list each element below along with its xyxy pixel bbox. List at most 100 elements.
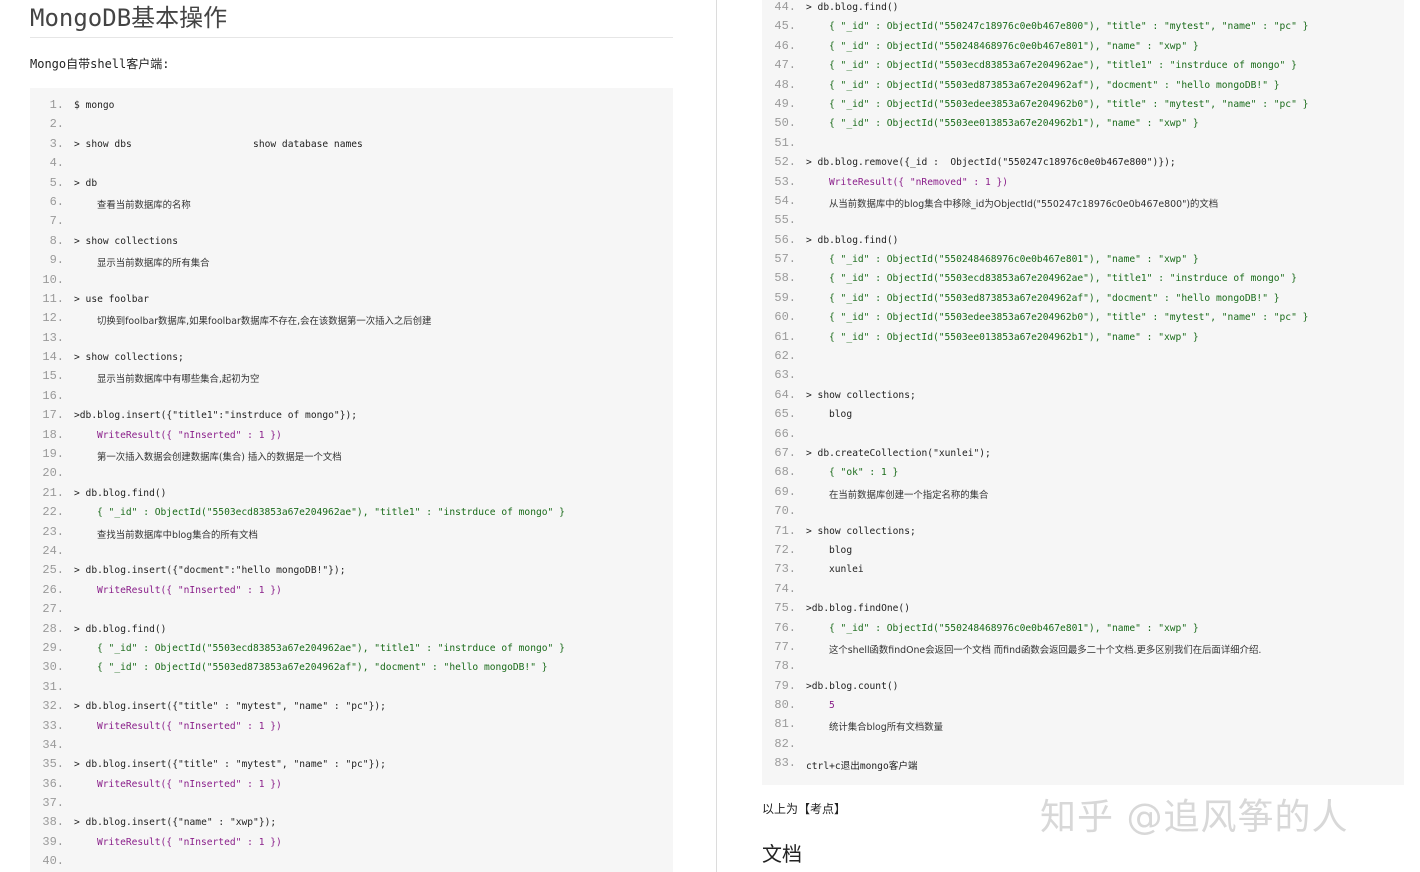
code-text: > show collections; <box>806 389 916 401</box>
line-number: 70. <box>774 504 796 519</box>
title-divider <box>30 37 673 38</box>
code-line: 64. > show collections; <box>762 387 1404 406</box>
code-line: 70. <box>762 503 1404 522</box>
code-text: > db.blog.insert({"title" : "mytest", "n… <box>74 759 386 771</box>
line-number: 35. <box>42 757 64 772</box>
code-line: 47. { "_id" : ObjectId("5503ecd83853a67e2… <box>762 57 1404 76</box>
code-line: 37. <box>30 795 673 814</box>
code-text: { "_id" : ObjectId("5503edee3853a67e2049… <box>829 312 1309 324</box>
line-number: 48. <box>774 77 796 92</box>
line-number: 30. <box>42 660 64 675</box>
line-number: 71. <box>774 523 796 538</box>
line-number: 13. <box>42 330 64 345</box>
line-number: 59. <box>774 290 796 305</box>
line-number: 36. <box>42 776 64 791</box>
line-number: 25. <box>42 563 64 578</box>
line-number: 77. <box>774 639 796 654</box>
code-line: 29. { "_id" : ObjectId("5503ecd83853a67e2… <box>30 640 673 659</box>
code-text: > db.blog.insert({"docment":"hello mongo… <box>74 565 346 577</box>
code-line: 12. 切换到foolbar数据库,如果foolbar数据库不存在,会在该数据第一… <box>30 310 673 329</box>
code-line: 13. <box>30 330 673 349</box>
code-line: 2. <box>30 116 673 135</box>
code-line: 51. <box>762 135 1404 154</box>
code-text: > show dbs show database names <box>74 138 363 150</box>
code-text: > db.blog.find() <box>806 2 899 13</box>
line-number: 62. <box>774 349 796 364</box>
code-line: 58. { "_id" : ObjectId("5503ecd83853a67e2… <box>762 270 1404 289</box>
code-lines: 1. $ mongo 2. 3. > show dbs show database na… <box>30 97 673 872</box>
code-line: 40. <box>30 853 673 872</box>
line-number: 69. <box>774 484 796 499</box>
line-number: 66. <box>774 426 796 441</box>
code-line: 83. ctrl+c退出mongo客户端 <box>762 755 1404 774</box>
line-number: 24. <box>42 543 64 558</box>
code-line: 33. WriteResult({ "nInserted" : 1 }) <box>30 718 673 737</box>
code-line: 56. > db.blog.find() <box>762 232 1404 251</box>
line-number: 7. <box>49 214 64 229</box>
intro-text: Mongo自带shell客户端: <box>30 57 170 71</box>
code-text: 查找当前数据库中blog集合的所有文档 <box>97 529 258 541</box>
line-number: 10. <box>42 272 64 287</box>
code-line: 78. <box>762 658 1404 677</box>
code-line: 4. <box>30 155 673 174</box>
code-block-left[interactable]: 1. $ mongo 2. 3. > show dbs show database na… <box>30 88 673 872</box>
code-line: 75. >db.blog.findOne() <box>762 600 1404 619</box>
code-line: 24. <box>30 543 673 562</box>
code-line: 74. <box>762 581 1404 600</box>
line-number: 51. <box>774 135 796 150</box>
code-text: { "_id" : ObjectId("550248468976c0e0b467… <box>829 254 1199 266</box>
watermark: 知乎 @追风筝的人 <box>1040 797 1349 838</box>
code-text: > db.blog.find() <box>806 234 899 246</box>
code-text: { "_id" : ObjectId("5503ecd83853a67e2049… <box>829 273 1297 285</box>
line-number: 17. <box>42 408 64 423</box>
code-text: > db <box>74 177 98 189</box>
code-text: { "_id" : ObjectId("5503ecd83853a67e2049… <box>829 60 1297 72</box>
line-number: 79. <box>774 678 796 693</box>
line-number: 11. <box>42 291 64 306</box>
code-text: WriteResult({ "nInserted" : 1 }) <box>97 836 282 848</box>
line-number: 82. <box>774 736 796 751</box>
code-text: { "_id" : ObjectId("550247c18976c0e0b467… <box>829 21 1309 33</box>
code-line: 59. { "_id" : ObjectId("5503ed873853a67e2… <box>762 290 1404 309</box>
line-number: 21. <box>42 485 64 500</box>
code-text: { "_id" : ObjectId("5503ecd83853a67e2049… <box>97 507 565 519</box>
code-text: WriteResult({ "nInserted" : 1 }) <box>97 778 282 790</box>
code-line: 67. > db.createCollection("xunlei"); <box>762 445 1404 464</box>
line-number: 2. <box>49 117 64 132</box>
code-line: 11. > use foolbar <box>30 291 673 310</box>
code-line: 26. WriteResult({ "nInserted" : 1 }) <box>30 582 673 601</box>
code-line: 8. > show collections <box>30 233 673 252</box>
code-line: 5. > db <box>30 175 673 194</box>
code-text: $ mongo <box>74 100 115 111</box>
code-line: 80. 5 <box>762 697 1404 716</box>
line-number: 47. <box>774 58 796 73</box>
code-line: 82. <box>762 736 1404 755</box>
page-title: MongoDB基本操作 <box>30 4 228 32</box>
line-number: 9. <box>49 253 64 268</box>
line-number: 5. <box>49 175 64 190</box>
code-line: 72. blog <box>762 542 1404 561</box>
line-number: 27. <box>42 602 64 617</box>
code-line: 10. <box>30 272 673 291</box>
code-text: WriteResult({ "nInserted" : 1 }) <box>97 584 282 596</box>
code-line: 73. xunlei <box>762 561 1404 580</box>
line-number: 28. <box>42 621 64 636</box>
line-number: 53. <box>774 174 796 189</box>
line-number: 39. <box>42 834 64 849</box>
code-line: 22. { "_id" : ObjectId("5503ecd83853a67e2… <box>30 504 673 523</box>
line-number: 78. <box>774 659 796 674</box>
code-line: 52. > db.blog.remove({_id : ObjectId("550… <box>762 154 1404 173</box>
code-block-right[interactable]: 44. > db.blog.find() 45. { "_id" : ObjectId… <box>762 0 1404 785</box>
line-number: 22. <box>42 505 64 520</box>
line-number: 33. <box>42 718 64 733</box>
code-line: 30. { "_id" : ObjectId("5503ed873853a67e2… <box>30 659 673 678</box>
code-text: { "_id" : ObjectId("5503ee013853a67e2049… <box>829 331 1199 343</box>
code-line: 35. > db.blog.insert({"title" : "mytest",… <box>30 756 673 775</box>
code-line: 53. WriteResult({ "nRemoved" : 1 }) <box>762 174 1404 193</box>
line-number: 6. <box>49 194 64 209</box>
line-number: 81. <box>774 717 796 732</box>
code-line: 16. <box>30 388 673 407</box>
line-number: 67. <box>774 445 796 460</box>
code-text: { "_id" : ObjectId("5503ecd83853a67e2049… <box>97 642 565 654</box>
code-text: { "_id" : ObjectId("5503ed873853a67e2049… <box>97 662 548 674</box>
